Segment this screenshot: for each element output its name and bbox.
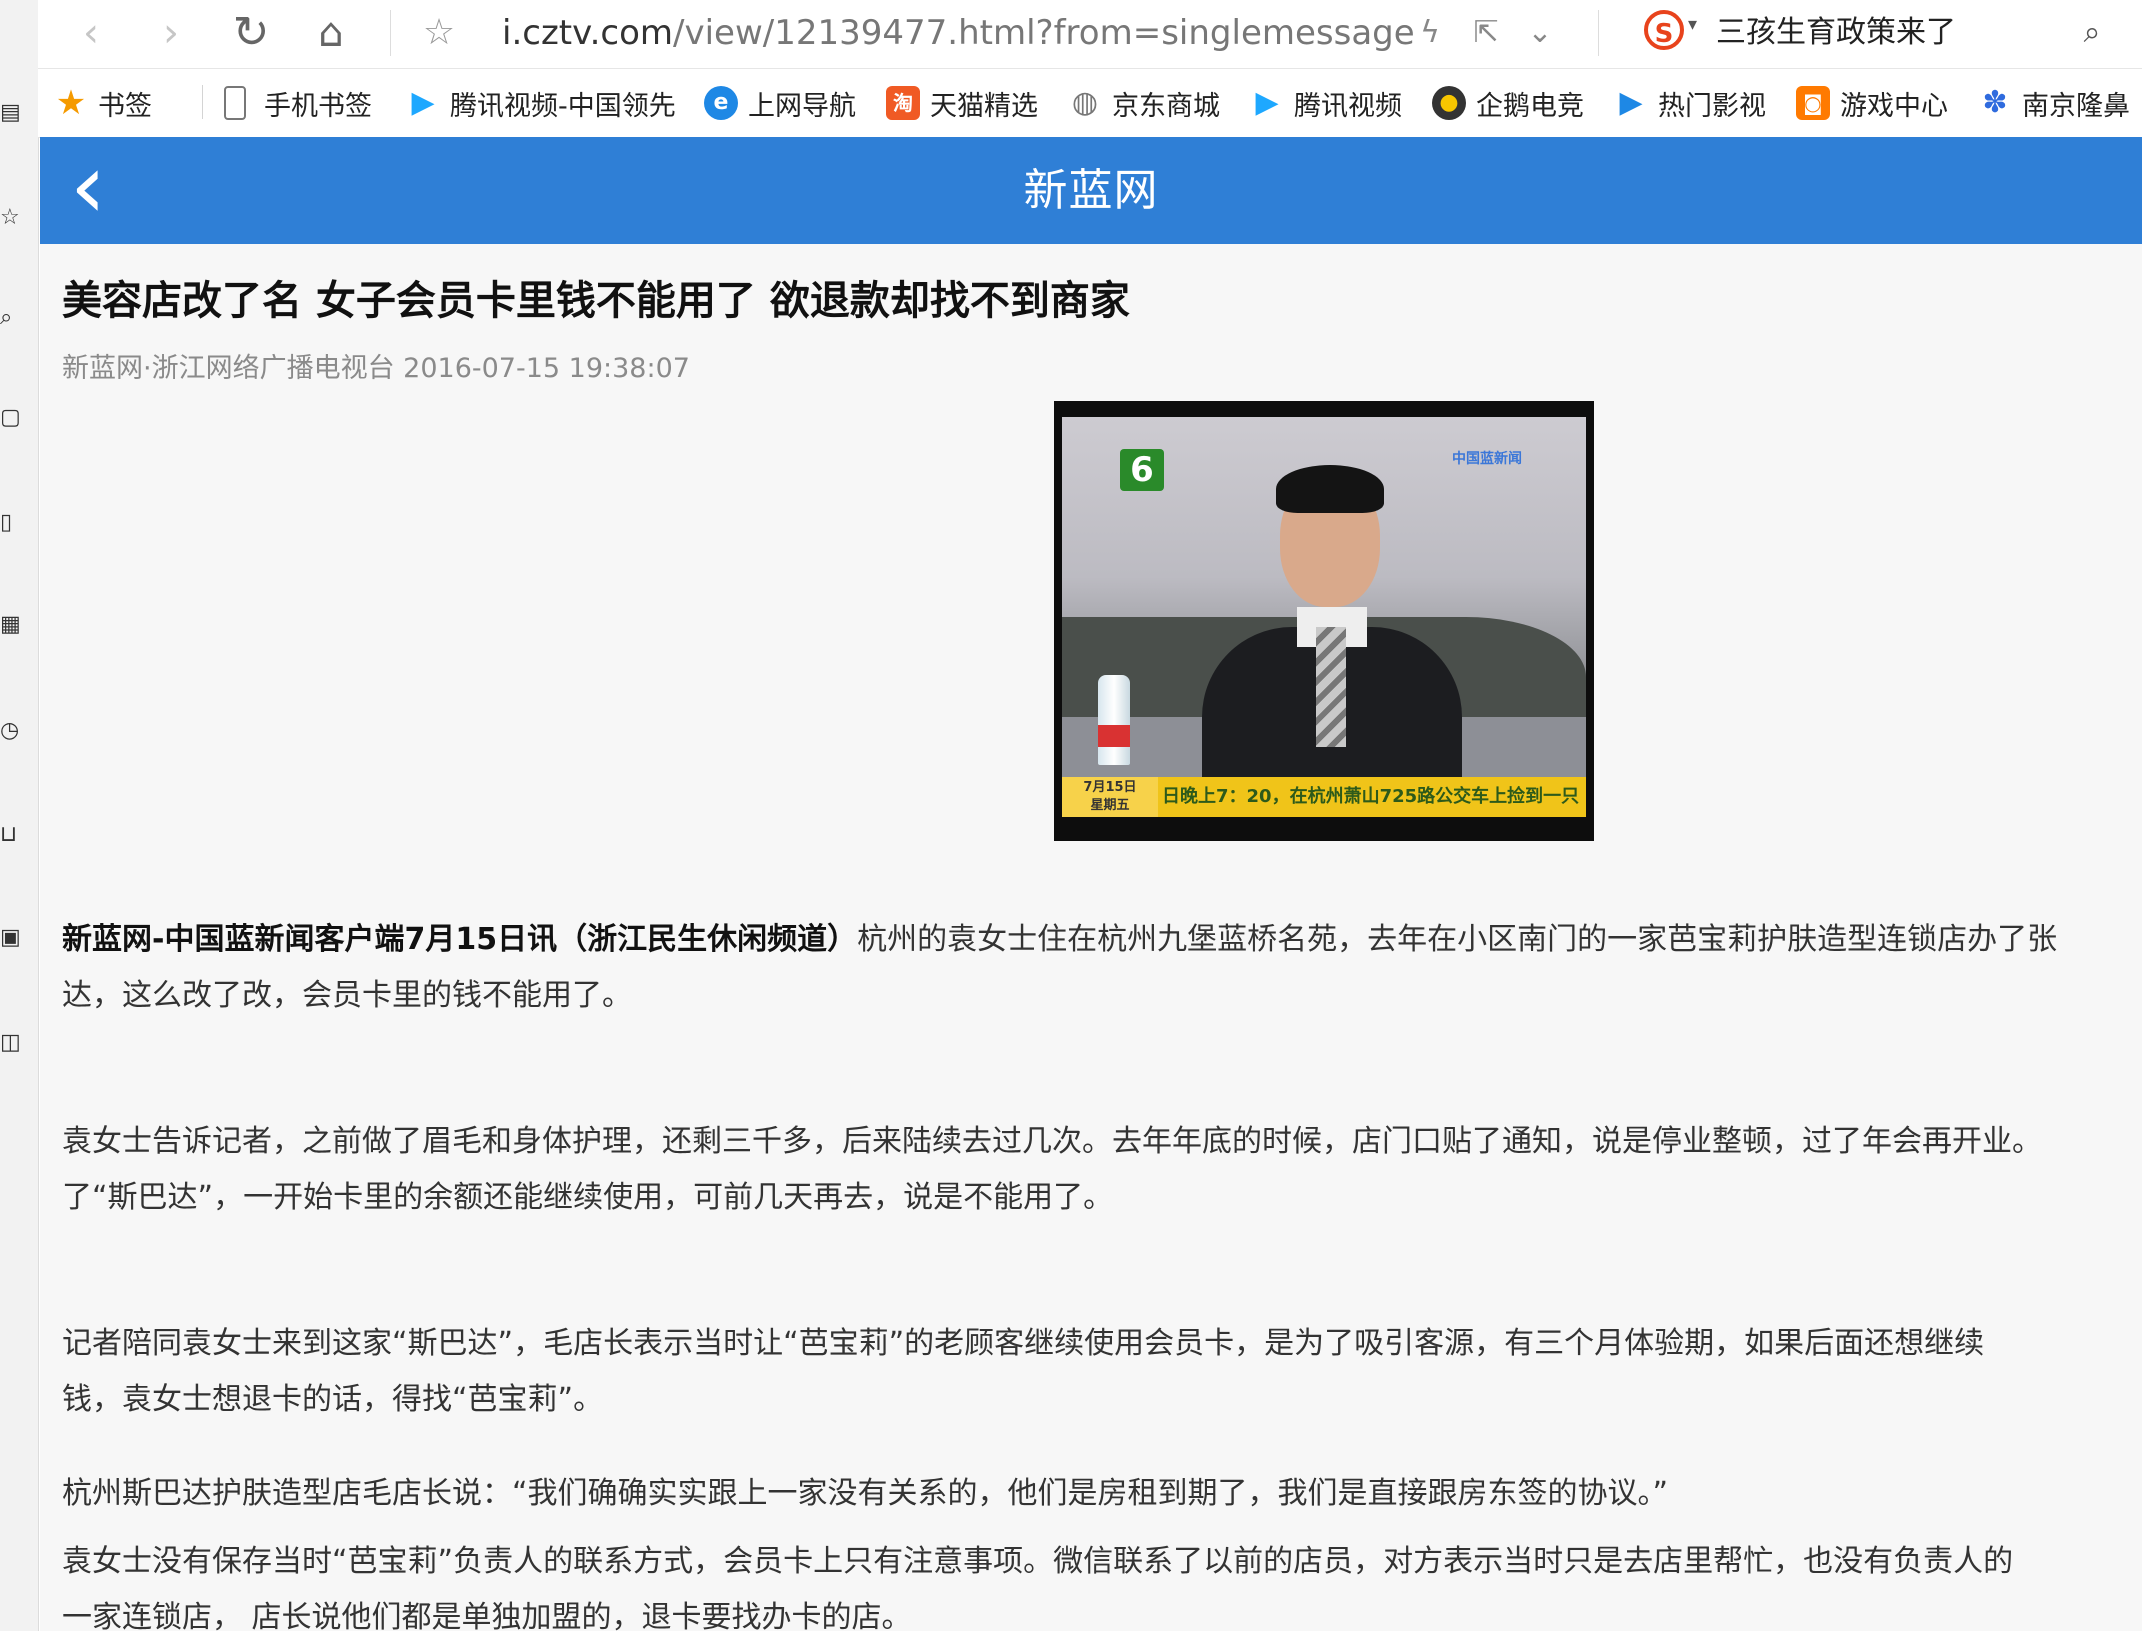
gamepad-icon: ◙ [1796,86,1830,120]
star-icon: ★ [55,83,87,123]
site-header: ‹ 新蓝网 [40,137,2142,244]
search-engine-caret-icon[interactable]: ▾ [1688,14,1697,35]
article-meta: 新蓝网·浙江网络广播电视台 2016-07-15 19:38:07 [62,353,690,384]
sidebar-star-icon[interactable]: ☆ [0,205,20,239]
play-icon: ▶ [411,85,435,120]
search-input[interactable]: 三孩生育政策来了 [1716,12,1956,54]
article: 美容店改了名 女子会员卡里钱不能用了 欲退款却找不到商家 新蓝网·浙江网络广播电… [40,244,2142,1635]
sidebar-search-icon[interactable]: ⌕ [0,305,20,339]
video-frame: 6 中国蓝新闻 7月15日 星期五 日晚上7：20，在杭州萧山725路公交车上捡… [1062,417,1586,817]
ticker-text: 日晚上7：20，在杭州萧山725路公交车上捡到一只 [1162,786,1580,807]
water-bottle [1098,675,1130,765]
play-icon: ▶ [1255,85,1279,120]
ticker-date: 7月15日 星期五 [1062,777,1158,817]
paragraph: 新蓝网-中国蓝新闻客户端7月15日讯（浙江民生休闲频道）杭州的袁女士住在杭州九堡… [62,922,2058,1013]
tmall-icon: 淘 [886,86,920,120]
bookmarks-bar: ★ 书签 手机书签 ▶ 腾讯视频-中国领先 e 上网导航 淘 天猫精选 ◍ 京东… [38,69,2142,138]
sidebar-image-icon[interactable]: ▣ [0,925,20,959]
bookmark-item[interactable]: ◍ 京东商城 [1068,81,1220,125]
station-logo: 中国蓝新闻 [1452,451,1522,467]
bookmark-item[interactable]: e 上网导航 [704,81,856,125]
left-sidebar: ▤ ☆ ⌕ ▢ ▯ ▦ ◷ ⊔ ▣ ◫ [0,0,39,1631]
flash-icon[interactable]: ϟ [1408,10,1452,56]
ie-icon: e [704,86,738,120]
mobile-icon [224,86,246,120]
paragraph-lead: 新蓝网-中国蓝新闻客户端7月15日讯（浙江民生休闲频道） [62,922,858,957]
sidebar-cart-icon[interactable]: ⊔ [0,822,20,856]
paragraph: 袁女士没有保存当时“芭宝莉”负责人的联系方式，会员卡上只有注意事项。微信联系了以… [62,1544,2014,1635]
globe-icon: ◍ [1071,85,1099,120]
channel-logo-icon: 6 [1120,449,1164,491]
bookmark-item[interactable]: ● 企鹅电竞 [1432,81,1584,125]
sidebar-doc-icon[interactable]: ▯ [0,510,20,544]
bookmark-item[interactable]: 手机书签 [224,81,372,125]
bookmark-item[interactable]: ★ 书签 [54,81,152,125]
favorite-star-icon[interactable]: ☆ [414,8,464,58]
bookmark-item[interactable]: 淘 天猫精选 [886,81,1038,125]
penguin-icon: ● [1432,86,1466,120]
home-icon[interactable]: ⌂ [306,8,356,58]
forward-nav-icon[interactable]: › [146,8,196,58]
film-icon: ▶ [1619,85,1643,120]
url-field[interactable]: i.cztv.com/view/12139477.html?from=singl… [502,12,1415,54]
sidebar-clock-icon[interactable]: ◷ [0,718,20,752]
baidu-icon: ✽ [1982,85,2008,120]
bookmark-item[interactable]: ✽ 南京隆鼻 [1978,81,2130,125]
sogou-search-icon[interactable]: S [1644,10,1684,50]
sidebar-news-icon[interactable]: ▦ [0,612,20,646]
paragraph: 袁女士告诉记者，之前做了眉毛和身体护理，还剩三千多，后来陆续去过几次。去年年底的… [62,1124,2042,1215]
bookmark-item[interactable]: ▶ 腾讯视频-中国领先 [406,81,675,125]
sidebar-note-icon[interactable]: ◫ [0,1030,20,1064]
share-icon[interactable]: ⇱ [1464,10,1508,56]
site-title: 新蓝网 [1023,165,1159,216]
bookmark-item[interactable]: ▶ 热门影视 [1614,81,1766,125]
browser-toolbar: ‹ › ↻ ⌂ ☆ i.cztv.com/view/12139477.html?… [38,0,2142,69]
video-player[interactable]: 6 中国蓝新闻 7月15日 星期五 日晚上7：20，在杭州萧山725路公交车上捡… [1054,401,1594,841]
chevron-down-icon[interactable]: ⌄ [1518,10,1562,56]
news-ticker: 7月15日 星期五 日晚上7：20，在杭州萧山725路公交车上捡到一只 [1062,777,1586,817]
paragraph: 记者陪同袁女士来到这家“斯巴达”，毛店长表示当时让“芭宝莉”的老顾客继续使用会员… [62,1326,1985,1417]
bookmark-item[interactable]: ▶ 腾讯视频 [1250,81,1402,125]
paragraph: 杭州斯巴达护肤造型店毛店长说：“我们确确实实跟上一家没有关系的，他们是房租到期了… [62,1476,1669,1511]
back-nav-icon[interactable]: ‹ [66,8,116,58]
sidebar-window-icon[interactable]: ▢ [0,405,20,439]
search-icon[interactable]: ⌕ [2070,10,2114,56]
bookmark-item[interactable]: ◙ 游戏中心 [1796,81,1948,125]
reload-icon[interactable]: ↻ [226,8,276,58]
sidebar-list-icon[interactable]: ▤ [0,100,20,134]
article-headline: 美容店改了名 女子会员卡里钱不能用了 欲退款却找不到商家 [62,278,1130,324]
